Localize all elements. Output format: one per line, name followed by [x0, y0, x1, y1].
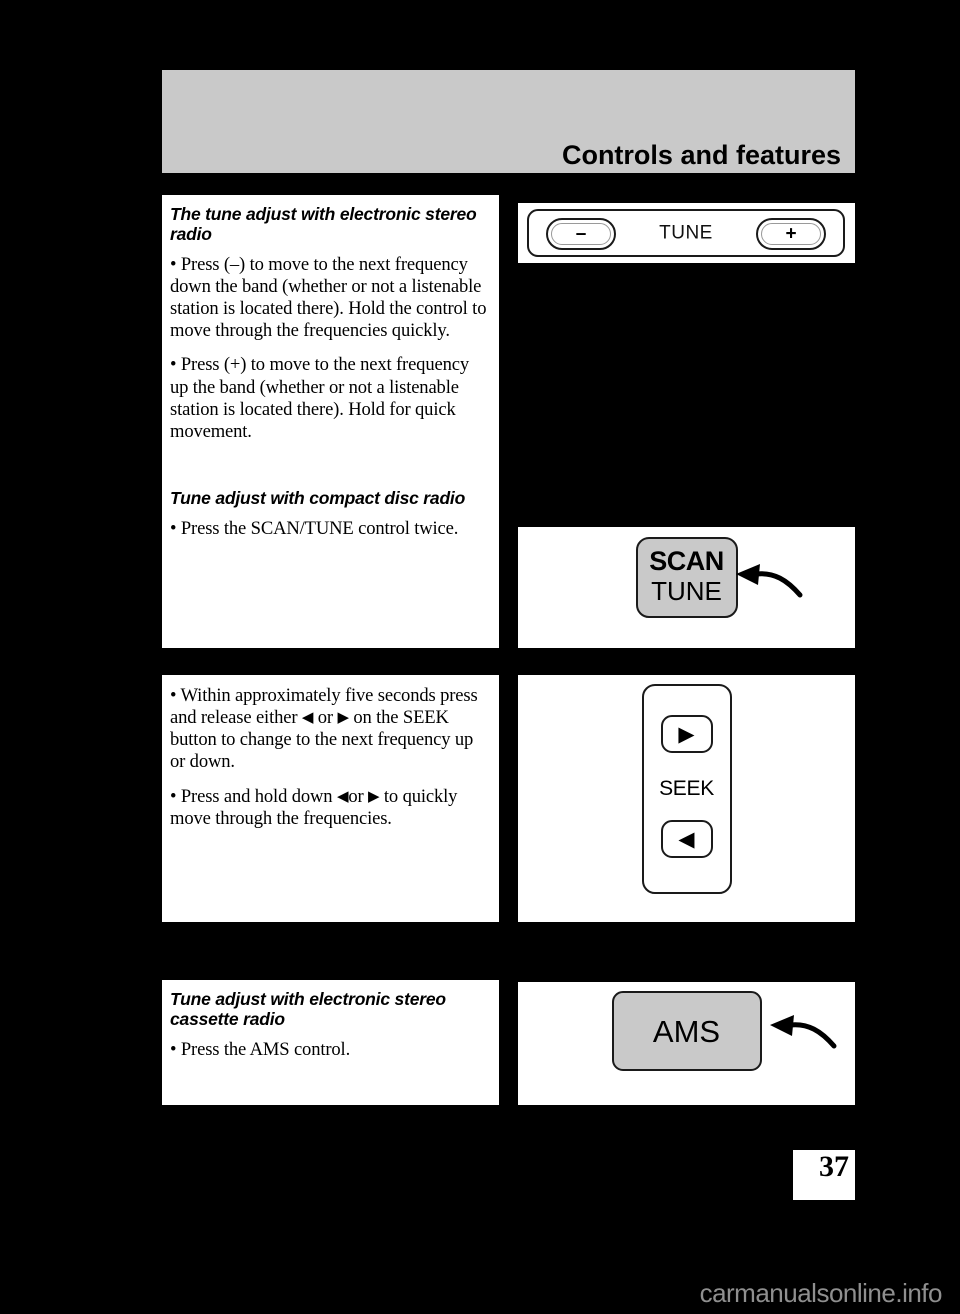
text-panel-seek-instructions: • Within approximately five seconds pres…	[162, 675, 499, 922]
scan-tune-button[interactable]: SCAN TUNE	[635, 537, 738, 618]
bullet-seek-press-release: • Within approximately five seconds pres…	[170, 685, 487, 774]
tune-plus-button[interactable]: +	[756, 218, 826, 250]
left-triangle-icon: ◀	[301, 708, 314, 727]
illustration-panel-seek: ▶ SEEK ◀	[518, 675, 855, 922]
heading-tune-compact-disc: Tune adjust with compact disc radio	[170, 487, 466, 508]
bullet-seek-press-hold: • Press and hold down ◀or ▶ to quickly m…	[170, 786, 487, 830]
text-panel-tune-cassette: Tune adjust with electronic stereo casse…	[162, 980, 499, 1105]
ams-button[interactable]: AMS	[611, 991, 762, 1071]
left-triangle-icon: ◀	[678, 826, 695, 851]
seek-bullet2-mid: or	[348, 785, 369, 807]
page-number: 37	[819, 1150, 849, 1183]
illustration-panel-tune-rocker: – TUNE +	[518, 203, 855, 263]
page-number-box: 37	[793, 1150, 855, 1200]
site-watermark: carmanualsonline.info	[699, 1278, 943, 1308]
seek-control-body: ▶ SEEK ◀	[641, 684, 732, 894]
text-panel-tune-adjust: The tune adjust with electronic stereo r…	[162, 195, 499, 648]
tune-rocker-body: – TUNE +	[527, 209, 845, 257]
page-header-bar: Controls and features	[162, 70, 855, 173]
heading-tune-cassette: Tune adjust with electronic stereo casse…	[170, 989, 446, 1029]
bullet-press-minus: • Press (–) to move to the next frequenc…	[170, 253, 487, 342]
bullet-press-ams: • Press the AMS control.	[170, 1038, 351, 1060]
plus-icon: +	[785, 223, 797, 245]
bullet-press-plus: • Press (+) to move to the next frequenc…	[170, 354, 469, 442]
page-title: Controls and features	[561, 140, 841, 170]
curved-arrow-left-icon	[736, 564, 803, 598]
seek-down-button[interactable]: ◀	[660, 820, 713, 858]
seek-up-button[interactable]: ▶	[660, 715, 713, 753]
heading-tune-electronic-stereo: The tune adjust with electronic stereo r…	[170, 204, 477, 244]
manual-page: Controls and features The tune adjust wi…	[0, 0, 960, 1314]
seek-bullet1-mid: or	[313, 707, 338, 729]
right-triangle-icon: ▶	[678, 721, 695, 746]
ams-label: AMS	[652, 1013, 721, 1049]
seek-bullet2-pre: • Press and hold down	[170, 785, 337, 807]
scan-label: SCAN	[649, 546, 724, 576]
seek-label: SEEK	[659, 777, 714, 800]
left-triangle-icon: ◀	[336, 786, 349, 805]
bullet-press-scan-tune: • Press the SCAN/TUNE control twice.	[170, 517, 459, 539]
tune-label: TUNE	[651, 576, 722, 606]
right-triangle-icon: ▶	[337, 708, 349, 727]
curved-arrow-left-icon	[770, 1015, 837, 1049]
illustration-panel-scan-tune: SCAN TUNE	[518, 527, 855, 648]
illustration-panel-ams: AMS	[518, 982, 855, 1105]
right-triangle-icon: ▶	[368, 786, 380, 805]
